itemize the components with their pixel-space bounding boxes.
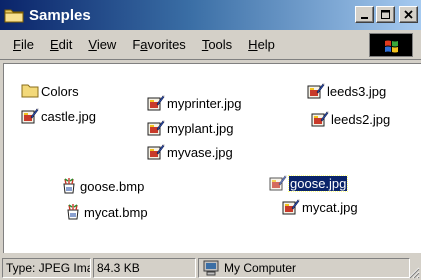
file-label: myplant.jpg (167, 120, 234, 136)
menu-view-label: View (88, 37, 117, 52)
window-title: Samples (29, 6, 91, 24)
file-item-goose-bmp[interactable]: goose.bmp (60, 177, 144, 195)
menu-tools[interactable]: Tools (195, 37, 241, 52)
jpeg-file-icon (21, 107, 39, 125)
file-label: myvase.jpg (167, 144, 233, 160)
windows-throbber (369, 33, 413, 57)
file-label: castle.jpg (41, 108, 96, 124)
menu-favorites[interactable]: Favorites (125, 37, 194, 52)
file-item-goose-jpg[interactable]: goose.jpg (269, 174, 349, 192)
menu-favorites-label: Favorites (132, 37, 186, 52)
menu-help[interactable]: Help (241, 37, 284, 52)
menu-file-label: File (13, 37, 34, 52)
status-size: 84.3 KB (93, 258, 196, 278)
bitmap-file-icon (60, 177, 78, 195)
status-type: Type: JPEG Ima (2, 258, 91, 278)
menu-file[interactable]: File (6, 37, 43, 52)
bitmap-file-icon (64, 203, 82, 221)
file-label: goose.bmp (80, 178, 145, 194)
jpeg-file-icon (307, 82, 325, 100)
status-bar: Type: JPEG Ima 84.3 KB My Computer (0, 256, 421, 280)
folder-icon (4, 7, 24, 23)
minimize-icon (360, 16, 368, 19)
my-computer-icon (203, 260, 219, 276)
jpeg-file-icon (147, 94, 165, 112)
close-icon (403, 9, 413, 19)
status-zone: My Computer (198, 258, 410, 278)
jpeg-file-icon (147, 119, 165, 137)
resize-grip-icon[interactable] (406, 265, 420, 279)
file-item-myplant-jpg[interactable]: myplant.jpg (147, 119, 233, 137)
menu-help-label: Help (248, 37, 275, 52)
file-label: mycat.bmp (84, 204, 148, 220)
close-button[interactable] (399, 6, 418, 23)
windows-logo-icon (385, 40, 398, 53)
file-label: Colors (41, 83, 79, 99)
menu-bar: File Edit View Favorites Tools Help (0, 30, 421, 60)
jpeg-file-icon (147, 143, 165, 161)
menu-view[interactable]: View (81, 37, 125, 52)
file-view[interactable]: Colors castle.jpg myprinter.jpg myplant.… (3, 63, 421, 253)
status-zone-label: My Computer (224, 261, 297, 275)
file-item-leeds3-jpg[interactable]: leeds3.jpg (307, 82, 386, 100)
file-label: goose.jpg (287, 174, 349, 192)
file-item-myvase-jpg[interactable]: myvase.jpg (147, 143, 233, 161)
menu-edit[interactable]: Edit (43, 37, 81, 52)
file-item-castle-jpg[interactable]: castle.jpg (21, 107, 96, 125)
title-bar[interactable]: Samples (0, 0, 421, 30)
caption-buttons (355, 6, 418, 23)
jpeg-file-icon (311, 110, 329, 128)
jpeg-file-icon (269, 174, 287, 192)
file-item-leeds2-jpg[interactable]: leeds2.jpg (311, 110, 390, 128)
file-label: leeds2.jpg (331, 111, 391, 127)
maximize-icon (380, 9, 390, 19)
file-label: mycat.jpg (302, 199, 358, 215)
file-label: leeds3.jpg (327, 83, 387, 99)
minimize-button[interactable] (355, 6, 374, 23)
file-item-mycat-jpg[interactable]: mycat.jpg (282, 198, 358, 216)
jpeg-file-icon (282, 198, 300, 216)
menu-edit-label: Edit (49, 37, 73, 52)
file-label: myprinter.jpg (167, 95, 242, 111)
file-item-colors[interactable]: Colors (21, 82, 79, 100)
folder-icon (21, 82, 39, 100)
file-item-myprinter-jpg[interactable]: myprinter.jpg (147, 94, 241, 112)
maximize-button[interactable] (376, 6, 395, 23)
file-item-mycat-bmp[interactable]: mycat.bmp (64, 203, 148, 221)
menu-tools-label: Tools (201, 37, 233, 52)
